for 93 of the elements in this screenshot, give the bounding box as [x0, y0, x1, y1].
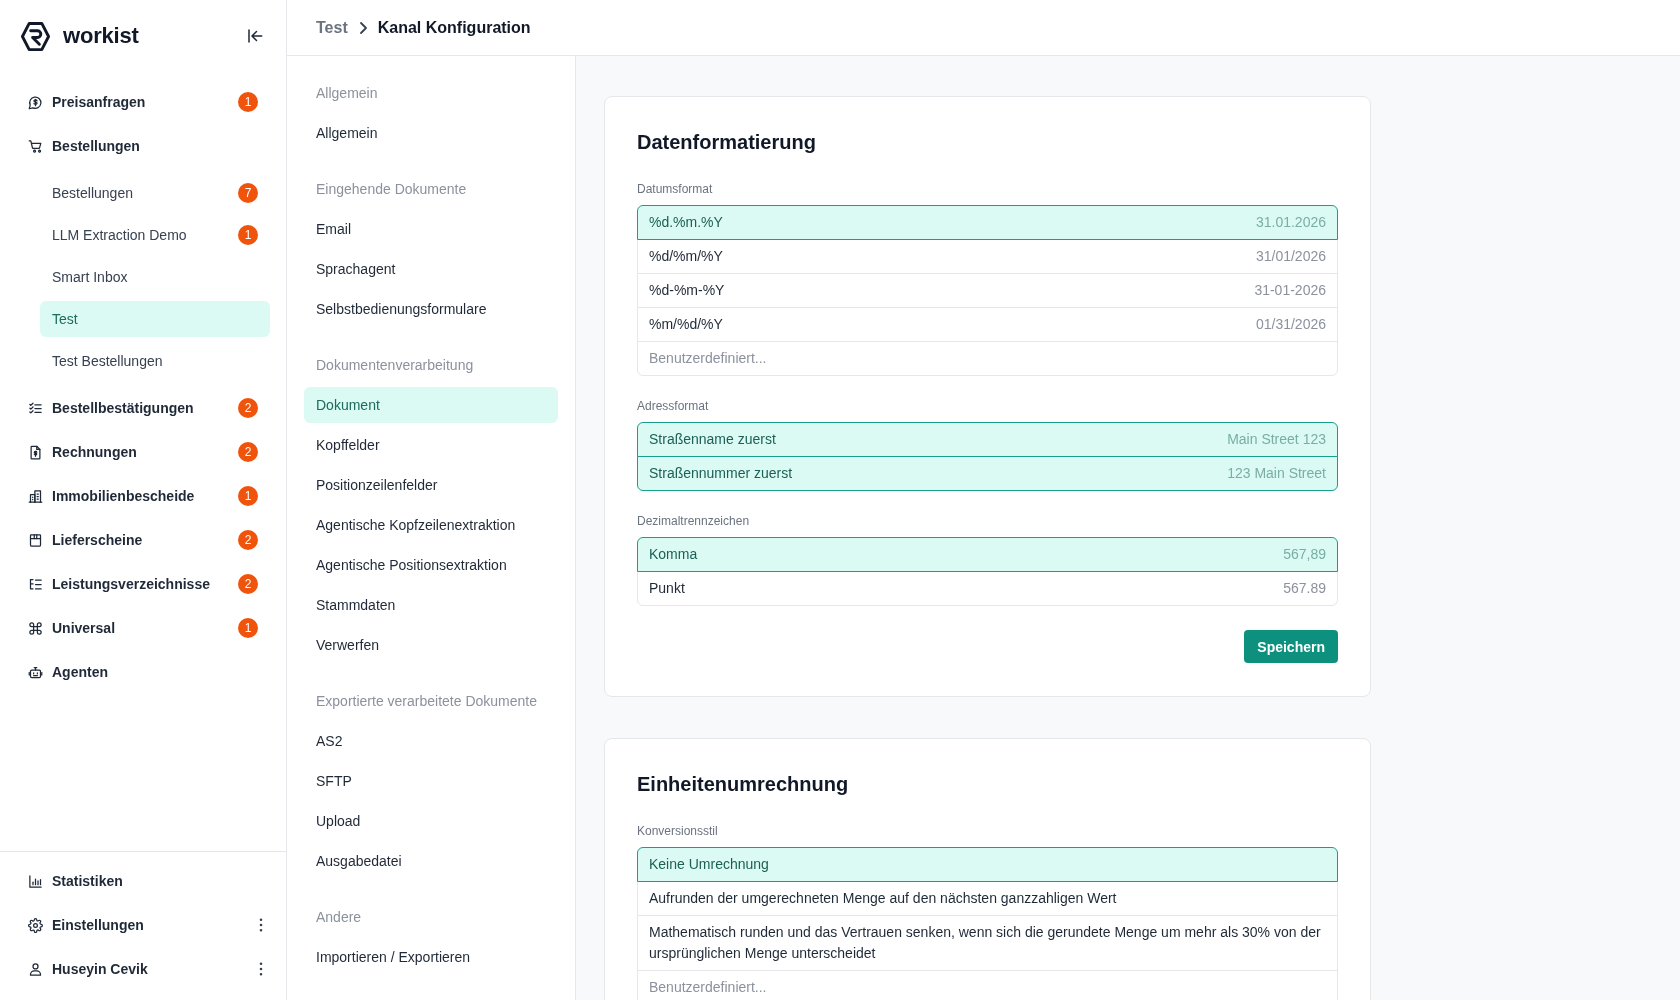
format-option[interactable]: %d.%m.%Y 31.01.2026 [637, 205, 1338, 240]
settings-nav-item[interactable]: SFTP [304, 763, 558, 799]
field-label: Konversionsstil [637, 823, 719, 839]
chevron-right-icon [357, 19, 368, 36]
settings-nav-item[interactable]: Agentische Kopfzeilenextraktion [304, 507, 558, 543]
format-example: 31-01-2026 [1254, 281, 1326, 300]
format-example: Main Street 123 [1227, 430, 1326, 449]
nav-item[interactable]: Statistiken [0, 859, 286, 903]
checklist-icon [28, 400, 43, 416]
nav-subitem[interactable]: Smart Inbox [40, 259, 270, 295]
settings-nav-item[interactable]: Stammdaten [304, 587, 558, 623]
brand-name: workist [63, 23, 139, 49]
settings-nav-item[interactable]: Email [304, 211, 558, 247]
custom-format-field[interactable]: Benutzerdefiniert... [637, 341, 1338, 376]
format-option[interactable]: Straßenname zuerst Main Street 123 [637, 422, 1338, 457]
breadcrumb-current: Kanal Konfiguration [377, 18, 531, 37]
nav-item[interactable]: Universal 1 [0, 606, 286, 650]
custom-format-field[interactable]: Benutzerdefiniert... [637, 970, 1338, 1000]
building-icon [28, 488, 43, 504]
format-option[interactable]: Komma 567,89 [637, 537, 1338, 572]
settings-nav-item[interactable]: Verwerfen [304, 627, 558, 663]
card-title: Datenformatierung [637, 130, 817, 154]
settings-nav-item[interactable]: Ausgabedatei [304, 843, 558, 879]
settings-nav-item[interactable]: Sprachagent [304, 251, 558, 287]
settings-nav-item[interactable]: Agentische Positionsextraktion [304, 547, 558, 583]
count-badge: 2 [238, 574, 258, 594]
format-example: 31/01/2026 [1255, 247, 1326, 266]
format-option[interactable]: Straßennummer zuerst 123 Main Street [637, 456, 1338, 491]
settings-nav-item[interactable]: AS2 [304, 723, 558, 759]
field-label: Dezimaltrennzeichen [637, 513, 751, 529]
settings-nav-item[interactable]: Kopffelder [304, 427, 558, 463]
breadcrumb-link[interactable]: Test [316, 18, 348, 37]
list-tree-icon [28, 576, 43, 592]
section-title: Dokumentenverarbeitung [315, 356, 475, 375]
count-badge: 1 [238, 225, 258, 245]
count-badge: 2 [238, 398, 258, 418]
user-icon [28, 961, 43, 977]
count-badge: 1 [238, 486, 258, 506]
bar-chart-icon [28, 873, 43, 889]
count-badge: 1 [238, 92, 258, 112]
logo-icon [20, 20, 51, 52]
count-badge: 2 [238, 530, 258, 550]
command-icon [28, 620, 43, 636]
settings-nav-item[interactable]: Dokument [304, 387, 558, 423]
nav-item[interactable]: Immobilienbescheide 1 [0, 474, 286, 518]
field-label: Datumsformat [637, 181, 714, 197]
document-dollar-icon [28, 444, 43, 460]
chat-dollar-icon [28, 94, 43, 110]
settings-nav-item[interactable]: Allgemein [304, 115, 558, 151]
card-title: Einheitenumrechnung [637, 772, 850, 796]
count-badge: 1 [238, 618, 258, 638]
nav-subitem[interactable]: Bestellungen 7 [40, 175, 270, 211]
nav-item[interactable]: Bestellbestätigungen 2 [0, 386, 286, 430]
more-menu-icon[interactable] [259, 962, 263, 976]
section-title: Exportierte verarbeitete Dokumente [315, 692, 538, 711]
format-option[interactable]: Punkt 567.89 [637, 571, 1338, 606]
format-example: 567.89 [1283, 579, 1326, 598]
settings-icon [28, 917, 43, 933]
more-menu-icon[interactable] [259, 918, 263, 932]
nav-item[interactable]: Lieferscheine 2 [0, 518, 286, 562]
settings-nav-item[interactable]: Upload [304, 803, 558, 839]
settings-nav-item[interactable]: Importieren / Exportieren [304, 939, 558, 975]
nav-item[interactable]: Huseyin Cevik [0, 947, 286, 991]
box-icon [28, 532, 43, 548]
format-option[interactable]: %m/%d/%Y 01/31/2026 [637, 307, 1338, 342]
cart-icon [28, 138, 43, 154]
format-option[interactable]: Keine Umrechnung [637, 847, 1338, 882]
nav-item[interactable]: Leistungsverzeichnisse 2 [0, 562, 286, 606]
nav-subitem[interactable]: Test [40, 301, 270, 337]
field-label: Adressformat [637, 398, 710, 414]
robot-icon [28, 664, 43, 680]
format-example: 01/31/2026 [1255, 315, 1326, 334]
nav-item[interactable]: Rechnungen 2 [0, 430, 286, 474]
nav-item[interactable]: Bestellungen [0, 124, 286, 168]
settings-nav-item[interactable]: Positionzeilenfelder [304, 467, 558, 503]
nav-subitem[interactable]: LLM Extraction Demo 1 [40, 217, 270, 253]
format-option[interactable]: Mathematisch runden und das Vertrauen senken, wenn sich die gerundete Menge um mehr als 30% von der ursprünglichen Menge unterscheidet [637, 915, 1338, 971]
count-badge: 7 [238, 183, 258, 203]
section-title: Allgemein [315, 84, 379, 103]
nav-item[interactable]: Preisanfragen 1 [0, 80, 286, 124]
nav-item[interactable]: Einstellungen [0, 903, 286, 947]
nav-subitem[interactable]: Test Bestellungen [40, 343, 270, 379]
section-title: Eingehende Dokumente [315, 180, 468, 199]
format-example: 567,89 [1283, 545, 1326, 564]
settings-nav-item[interactable]: Selbstbedienungsformulare [304, 291, 558, 327]
save-button[interactable]: Speichern [1244, 630, 1338, 663]
nav-item[interactable]: Agenten [0, 650, 286, 694]
format-example: 123 Main Street [1227, 464, 1326, 483]
format-example: 31.01.2026 [1255, 213, 1326, 232]
format-option[interactable]: %d-%m-%Y 31-01-2026 [637, 273, 1338, 308]
section-title: Andere [315, 908, 363, 927]
collapse-sidebar-icon[interactable] [246, 27, 264, 45]
count-badge: 2 [238, 442, 258, 462]
